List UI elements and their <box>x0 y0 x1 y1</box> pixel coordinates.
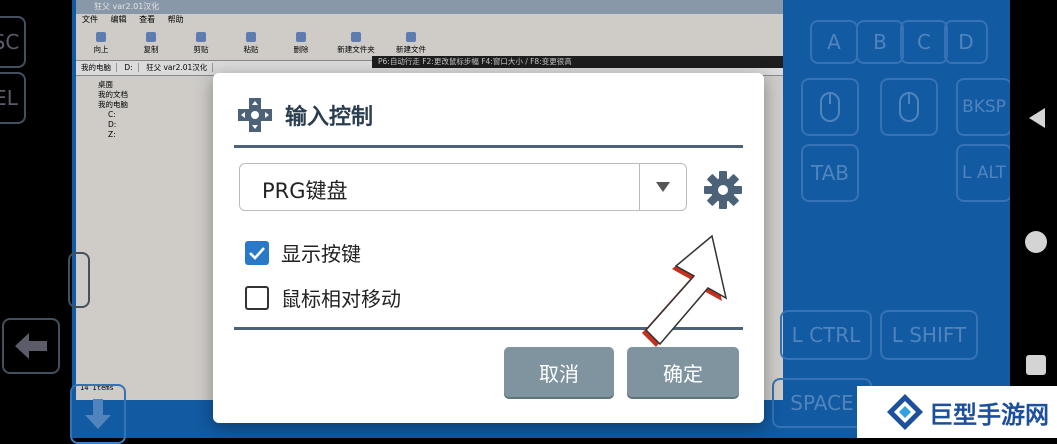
watermark-text: 巨型手游网 <box>929 400 1049 429</box>
divider <box>234 145 743 148</box>
dpad-icon <box>238 98 272 132</box>
show-keys-checkbox[interactable] <box>245 240 269 265</box>
checkmark-icon <box>249 246 265 260</box>
site-watermark: 巨型手游网 <box>857 386 1057 438</box>
site-logo-icon <box>887 394 923 430</box>
back-icon[interactable] <box>1029 108 1045 128</box>
dialog-title: 输入控制 <box>285 105 374 130</box>
mouse-relative-checkbox[interactable] <box>245 285 269 310</box>
show-keys-label: 显示按键 <box>281 242 361 266</box>
android-nav-bar <box>1010 0 1057 438</box>
select-separator <box>639 164 640 210</box>
ok-button[interactable]: 确定 <box>627 347 739 397</box>
caret-down-icon[interactable] <box>656 182 670 192</box>
gear-icon[interactable] <box>701 168 745 212</box>
home-icon[interactable] <box>1025 231 1047 253</box>
cancel-button[interactable]: 取消 <box>504 347 614 397</box>
keyboard-profile-select[interactable]: PRG键盘 <box>239 163 687 211</box>
show-keys-row[interactable]: 显示按键 <box>245 238 361 267</box>
mouse-relative-label: 鼠标相对移动 <box>281 287 401 311</box>
recent-apps-icon[interactable] <box>1026 355 1046 375</box>
annotation-arrow-icon <box>642 234 728 347</box>
select-value: PRG键盘 <box>262 179 348 203</box>
mouse-relative-row[interactable]: 鼠标相对移动 <box>245 283 401 312</box>
